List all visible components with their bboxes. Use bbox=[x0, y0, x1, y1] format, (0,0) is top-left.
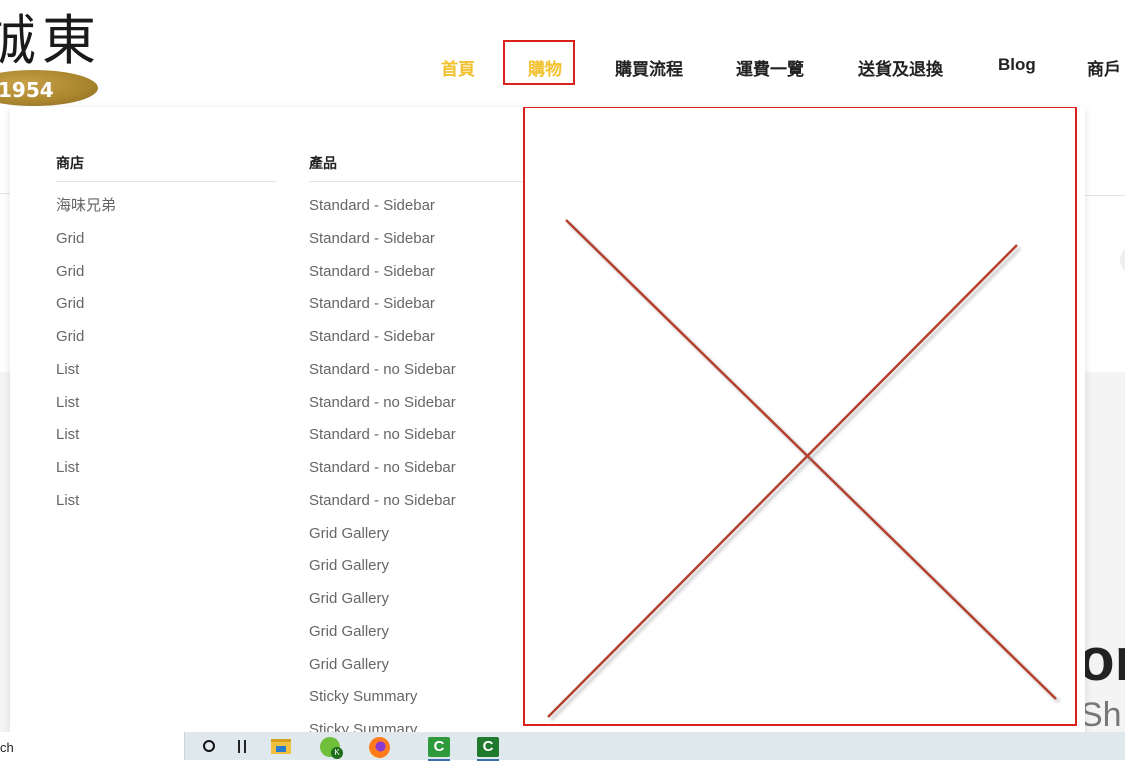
taskbar-search-box[interactable]: ch bbox=[0, 732, 185, 760]
shop-column-heading: 商店 bbox=[56, 153, 276, 182]
shop-menu-link[interactable]: List bbox=[56, 452, 276, 485]
main-navigation: 首頁 購物 購買流程 運費一覽 送貨及退換 Blog 商戶 bbox=[0, 0, 1125, 108]
nav-item-shipping-fees[interactable]: 運費一覽 bbox=[736, 55, 804, 80]
product-menu-link[interactable]: Standard - Sidebar bbox=[309, 223, 539, 256]
broken-image-icon bbox=[547, 219, 1057, 718]
background-subheading: Sh bbox=[1080, 698, 1122, 732]
product-menu-link[interactable]: Standard - Sidebar bbox=[309, 190, 539, 223]
product-menu-link[interactable]: Grid Gallery bbox=[309, 649, 539, 682]
product-menu-link[interactable]: Sticky Summary bbox=[309, 681, 539, 714]
app-badge: K bbox=[331, 747, 343, 759]
nav-item-delivery-returns[interactable]: 送貨及退換 bbox=[858, 55, 943, 80]
background-section-left bbox=[0, 372, 10, 732]
background-heading: on bbox=[1078, 630, 1125, 690]
shop-mega-menu: 商店 海味兄弟 Grid Grid Grid Grid List List List List L… bbox=[10, 107, 1085, 732]
product-menu-link[interactable]: Grid Gallery bbox=[309, 583, 539, 616]
product-menu-link[interactable]: Standard - Sidebar bbox=[309, 321, 539, 354]
product-menu-link[interactable]: Standard - no Sidebar bbox=[309, 452, 539, 485]
product-menu-link[interactable]: Standard - no Sidebar bbox=[309, 419, 539, 452]
nav-item-blog[interactable]: Blog bbox=[998, 55, 1036, 75]
product-menu-link[interactable]: Standard - Sidebar bbox=[309, 256, 539, 289]
products-column-heading: 產品 bbox=[309, 153, 539, 182]
nav-highlight-box bbox=[503, 40, 575, 85]
shop-menu-link[interactable]: List bbox=[56, 387, 276, 420]
shop-menu-link[interactable]: List bbox=[56, 419, 276, 452]
nav-item-home[interactable]: 首頁 bbox=[441, 55, 475, 80]
firefox-icon[interactable] bbox=[369, 737, 390, 758]
background-divider bbox=[1085, 195, 1125, 196]
shop-menu-link[interactable]: Grid bbox=[56, 321, 276, 354]
products-link-list: Standard - Sidebar Standard - Sidebar Stan… bbox=[309, 182, 539, 732]
shop-menu-link[interactable]: Grid bbox=[56, 256, 276, 289]
product-menu-link[interactable]: Standard - no Sidebar bbox=[309, 354, 539, 387]
task-view-icon[interactable] bbox=[238, 740, 246, 753]
cortana-icon[interactable] bbox=[203, 740, 215, 752]
shop-menu-link[interactable]: Grid bbox=[56, 288, 276, 321]
product-menu-link[interactable]: Standard - no Sidebar bbox=[309, 387, 539, 420]
mega-menu-shop-column: 商店 海味兄弟 Grid Grid Grid Grid List List List List L… bbox=[56, 107, 276, 518]
nav-item-purchase-process[interactable]: 購買流程 bbox=[615, 55, 683, 80]
product-menu-link[interactable]: Grid Gallery bbox=[309, 616, 539, 649]
nav-item-merchant[interactable]: 商戶 bbox=[1087, 55, 1121, 80]
shop-link-list: 海味兄弟 Grid Grid Grid Grid List List List List List bbox=[56, 182, 276, 518]
product-menu-link[interactable]: Standard - no Sidebar bbox=[309, 485, 539, 518]
shop-menu-link[interactable]: Grid bbox=[56, 223, 276, 256]
product-menu-link[interactable]: Grid Gallery bbox=[309, 550, 539, 583]
product-menu-link[interactable]: Sticky Summary bbox=[309, 714, 539, 732]
shop-menu-link[interactable]: 海味兄弟 bbox=[56, 190, 276, 223]
shop-menu-link[interactable]: List bbox=[56, 485, 276, 518]
camtasia-icon[interactable]: C bbox=[428, 737, 450, 761]
file-explorer-icon[interactable] bbox=[271, 739, 291, 754]
image-placeholder bbox=[523, 107, 1077, 726]
product-menu-link[interactable]: Grid Gallery bbox=[309, 518, 539, 551]
product-menu-link[interactable]: Standard - Sidebar bbox=[309, 288, 539, 321]
background-divider-left bbox=[0, 193, 10, 194]
windows-taskbar: ch K C C bbox=[0, 732, 1125, 761]
taskbar-search-text: ch bbox=[0, 740, 14, 755]
background-circle bbox=[1120, 245, 1125, 275]
camtasia-recorder-icon[interactable]: C bbox=[477, 737, 499, 761]
shop-menu-link[interactable]: List bbox=[56, 354, 276, 387]
mega-menu-products-column: 產品 Standard - Sidebar Standard - Sidebar S… bbox=[309, 107, 539, 732]
green-apple-app-icon[interactable]: K bbox=[320, 737, 343, 759]
